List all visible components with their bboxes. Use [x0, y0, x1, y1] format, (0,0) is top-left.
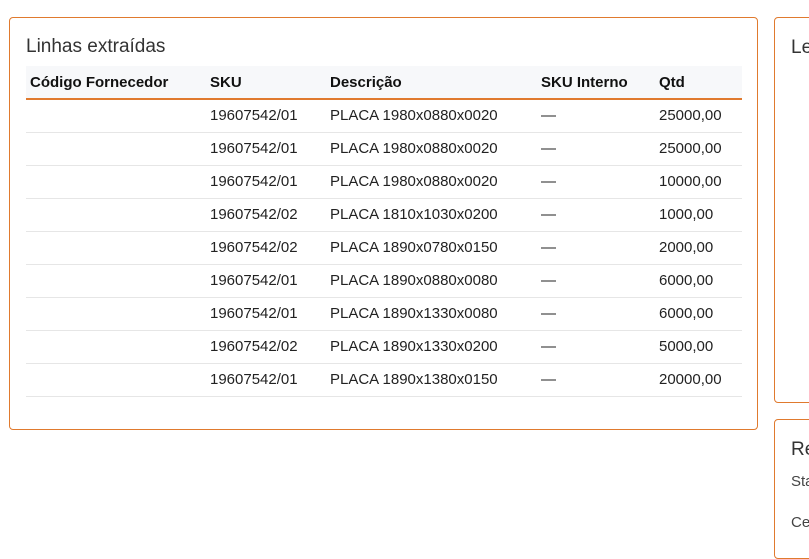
description-cell: PLACA 1890x0880x0080	[326, 264, 537, 298]
column-header-quantity[interactable]: Qtd	[655, 66, 742, 100]
quantity-cell: 5000,00	[655, 330, 742, 364]
internal-sku-cell: —	[537, 330, 655, 364]
supplier-code-cell	[26, 198, 206, 232]
internal-sku-cell: —	[537, 198, 655, 232]
column-header-supplier-code[interactable]: Código Fornecedor	[26, 66, 206, 100]
internal-sku-cell: —	[537, 231, 655, 265]
legend-card-title: Le	[791, 37, 809, 58]
sku-cell: 19607542/01	[206, 264, 326, 298]
result-card: Re Sta Ce	[774, 419, 809, 559]
sku-cell: 19607542/02	[206, 198, 326, 232]
table-row[interactable]: 19607542/01 PLACA 1890x1380x0150—20000,00	[26, 363, 742, 397]
quantity-cell: 6000,00	[655, 297, 742, 331]
column-header-internal-sku[interactable]: SKU Interno	[537, 66, 655, 100]
internal-sku-cell: —	[537, 165, 655, 199]
table-row[interactable]: 19607542/02 PLACA 1890x1330x0200—5000,00	[26, 330, 742, 364]
quantity-cell: 20000,00	[655, 363, 742, 397]
supplier-code-cell	[26, 165, 206, 199]
table-row[interactable]: 19607542/01 PLACA 1980x0880x0020—10000,00	[26, 165, 742, 199]
supplier-code-cell	[26, 132, 206, 166]
legend-card: Le	[774, 17, 809, 403]
sku-cell: 19607542/01	[206, 363, 326, 397]
description-cell: PLACA 1890x1330x0200	[326, 330, 537, 364]
column-header-sku[interactable]: SKU	[206, 66, 326, 100]
description-cell: PLACA 1980x0880x0020	[326, 132, 537, 166]
description-cell: PLACA 1890x0780x0150	[326, 231, 537, 265]
sku-cell: 19607542/01	[206, 165, 326, 199]
internal-sku-cell: —	[537, 132, 655, 166]
quantity-cell: 1000,00	[655, 198, 742, 232]
internal-sku-cell: —	[537, 297, 655, 331]
supplier-code-cell	[26, 99, 206, 133]
table-header-row: Código Fornecedor SKU Descrição SKU Inte…	[26, 66, 742, 100]
table-row[interactable]: 19607542/02 PLACA 1890x0780x0150—2000,00	[26, 231, 742, 265]
result-secondary-label: Ce	[791, 514, 809, 531]
supplier-code-cell	[26, 231, 206, 265]
sku-cell: 19607542/02	[206, 330, 326, 364]
table-row[interactable]: 19607542/01 PLACA 1890x0880x0080—6000,00	[26, 264, 742, 298]
sku-cell: 19607542/01	[206, 99, 326, 133]
sku-cell: 19607542/02	[206, 231, 326, 265]
table-row[interactable]: 19607542/01 PLACA 1980x0880x0020—25000,00	[26, 99, 742, 133]
internal-sku-cell: —	[537, 363, 655, 397]
quantity-cell: 2000,00	[655, 231, 742, 265]
description-cell: PLACA 1980x0880x0020	[326, 165, 537, 199]
table-row[interactable]: 19607542/02 PLACA 1810x1030x0200—1000,00	[26, 198, 742, 232]
table-row[interactable]: 19607542/01 PLACA 1980x0880x0020—25000,00	[26, 132, 742, 166]
description-cell: PLACA 1810x1030x0200	[326, 198, 537, 232]
table-header: Código Fornecedor SKU Descrição SKU Inte…	[26, 66, 742, 100]
quantity-cell: 25000,00	[655, 132, 742, 166]
description-cell: PLACA 1890x1380x0150	[326, 363, 537, 397]
column-header-description[interactable]: Descrição	[326, 66, 537, 100]
internal-sku-cell: —	[537, 264, 655, 298]
supplier-code-cell	[26, 264, 206, 298]
sku-cell: 19607542/01	[206, 297, 326, 331]
sku-cell: 19607542/01	[206, 132, 326, 166]
supplier-code-cell	[26, 297, 206, 331]
quantity-cell: 25000,00	[655, 99, 742, 133]
quantity-cell: 10000,00	[655, 165, 742, 199]
extracted-lines-table: Código Fornecedor SKU Descrição SKU Inte…	[26, 66, 742, 397]
extracted-lines-title: Linhas extraídas	[26, 36, 166, 57]
table-body: 19607542/01 PLACA 1980x0880x0020—25000,00…	[26, 99, 742, 397]
result-card-title: Re	[791, 439, 809, 460]
table-row[interactable]: 19607542/01 PLACA 1890x1330x0080—6000,00	[26, 297, 742, 331]
extracted-lines-card: Linhas extraídas Código Fornecedor SKU D…	[9, 17, 758, 430]
description-cell: PLACA 1890x1330x0080	[326, 297, 537, 331]
quantity-cell: 6000,00	[655, 264, 742, 298]
supplier-code-cell	[26, 363, 206, 397]
result-status-label: Sta	[791, 473, 809, 490]
supplier-code-cell	[26, 330, 206, 364]
description-cell: PLACA 1980x0880x0020	[326, 99, 537, 133]
internal-sku-cell: —	[537, 99, 655, 133]
